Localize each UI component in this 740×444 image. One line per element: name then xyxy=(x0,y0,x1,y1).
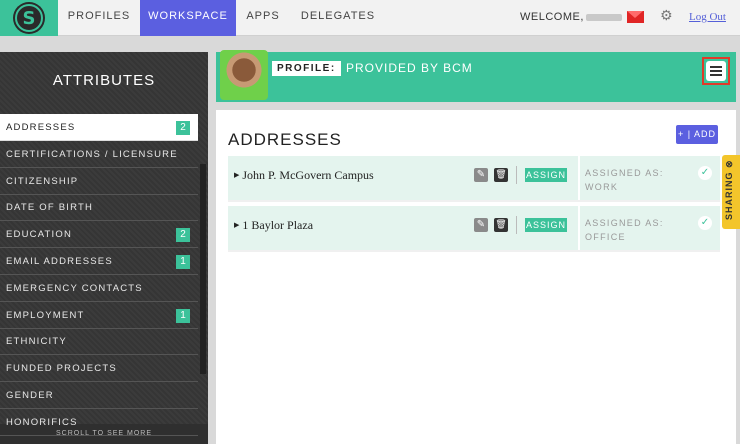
sidebar-item-label: EMAIL ADDRESSES xyxy=(6,256,113,267)
assigned-value: OFFICE xyxy=(585,232,626,242)
sharing-label: SHARING ⊗ xyxy=(724,159,734,220)
sidebar-item-label: ADDRESSES xyxy=(6,122,76,133)
sidebar-item-citizenship[interactable]: CITIZENSHIP xyxy=(0,168,198,195)
address-row: 1 Baylor Plaza ✎ 🗑 ASSIGN ASSIGNED AS: OFFICE… xyxy=(228,206,720,252)
sidebar-item-addresses[interactable]: ADDRESSES 2 xyxy=(0,114,198,141)
welcome-label: WELCOME, xyxy=(520,11,584,23)
sidebar-item-honorifics[interactable]: HONORIFICS xyxy=(0,409,198,436)
page-title: ADDRESSES xyxy=(228,130,342,149)
sharing-label-text: SHARING xyxy=(724,171,734,220)
sidebar-item-label: FUNDED PROJECTS xyxy=(6,363,117,375)
sidebar-item-label: GENDER xyxy=(6,390,54,401)
mail-icon[interactable] xyxy=(627,11,644,23)
app-logo[interactable]: S xyxy=(0,0,58,36)
profile-header xyxy=(216,52,736,102)
assigned-cell: ASSIGNED AS: OFFICE ✓ xyxy=(578,206,720,250)
tab-delegates[interactable]: DELEGATES xyxy=(290,0,386,36)
add-address-button[interactable]: + | ADD xyxy=(676,125,718,144)
sidebar-item-label: HONORIFICS xyxy=(6,416,78,428)
logout-link[interactable]: Log Out xyxy=(689,11,726,23)
tab-profiles[interactable]: PROFILES xyxy=(58,0,140,36)
welcome-text: WELCOME, xyxy=(520,11,622,23)
assigned-label: ASSIGNED AS: xyxy=(585,218,664,228)
check-icon: ✓ xyxy=(698,166,712,180)
sidebar-item-label: ETHNICITY xyxy=(6,336,67,348)
sidebar-item-education[interactable]: EDUCATION 2 xyxy=(0,221,198,249)
count-badge: 2 xyxy=(176,121,190,135)
assigned-cell: ASSIGNED AS: WORK ✓ xyxy=(578,156,720,200)
sidebar-title: ATTRIBUTES xyxy=(52,72,156,89)
count-badge: 1 xyxy=(176,308,190,323)
sidebar-item-label: CERTIFICATIONS / LICENSURE xyxy=(6,148,178,160)
trash-icon[interactable]: 🗑 xyxy=(494,168,508,182)
assign-button[interactable]: ASSIGN xyxy=(525,168,567,182)
count-badge: 2 xyxy=(176,228,190,243)
profile-label: PROFILE: xyxy=(272,61,341,76)
divider xyxy=(516,216,517,234)
sidebar-item-label: EMERGENCY CONTACTS xyxy=(6,282,143,294)
sidebar-item-emergency-contacts[interactable]: EMERGENCY CONTACTS xyxy=(0,275,198,302)
assigned-label: ASSIGNED AS: xyxy=(585,168,664,178)
gear-icon[interactable]: ⚙ xyxy=(660,8,673,24)
logo-icon: S xyxy=(15,4,43,32)
list-view-button[interactable] xyxy=(702,57,730,85)
sidebar-item-employment[interactable]: EMPLOYMENT 1 xyxy=(0,302,198,329)
check-icon: ✓ xyxy=(698,216,712,230)
sidebar-item-label: DATE OF BIRTH xyxy=(6,202,94,214)
avatar xyxy=(220,50,268,100)
address-name[interactable]: John P. McGovern Campus xyxy=(234,168,373,183)
top-nav: S PROFILES WORKSPACE APPS DELEGATES WELC… xyxy=(0,0,740,36)
assigned-value: WORK xyxy=(585,182,619,192)
count-badge: 1 xyxy=(176,255,190,269)
trash-icon[interactable]: 🗑 xyxy=(494,218,508,232)
sidebar-scrollbar[interactable] xyxy=(200,164,206,374)
profile-source: PROVIDED BY BCM xyxy=(346,61,473,75)
edit-icon[interactable]: ✎ xyxy=(474,168,488,182)
assign-button[interactable]: ASSIGN xyxy=(525,218,567,232)
divider xyxy=(516,166,517,184)
sidebar-item-label: EMPLOYMENT xyxy=(6,309,85,321)
user-name-redacted xyxy=(585,13,622,21)
list-icon xyxy=(706,61,726,81)
sidebar-item-date-of-birth[interactable]: DATE OF BIRTH xyxy=(0,194,198,222)
sidebar-item-certifications-licensure[interactable]: CERTIFICATIONS / LICENSURE xyxy=(0,141,198,168)
address-row: John P. McGovern Campus ✎ 🗑 ASSIGN ASSIGNED … xyxy=(228,156,720,202)
tab-apps[interactable]: APPS xyxy=(236,0,290,36)
sidebar-item-funded-projects[interactable]: FUNDED PROJECTS xyxy=(0,355,198,383)
tab-workspace[interactable]: WORKSPACE xyxy=(140,0,236,36)
edit-icon[interactable]: ✎ xyxy=(474,218,488,232)
sidebar-item-email-addresses[interactable]: EMAIL ADDRESSES 1 xyxy=(0,248,198,275)
address-name[interactable]: 1 Baylor Plaza xyxy=(234,218,313,233)
sidebar-item-gender[interactable]: GENDER xyxy=(0,382,198,409)
sidebar-item-label: CITIZENSHIP xyxy=(6,175,79,187)
sidebar-item-ethnicity[interactable]: ETHNICITY xyxy=(0,328,198,356)
sidebar-item-label: EDUCATION xyxy=(6,229,73,241)
